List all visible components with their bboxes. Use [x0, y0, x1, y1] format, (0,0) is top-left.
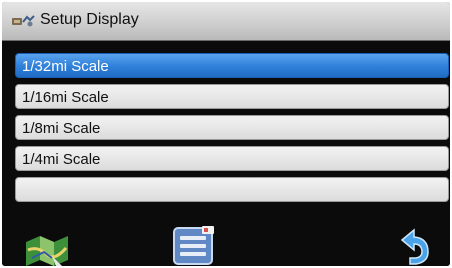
setup-display-icon — [11, 14, 35, 28]
list-item-label: 1/8mi Scale — [22, 120, 101, 137]
bottom-toolbar — [2, 214, 450, 266]
list-item-1-4mi-scale[interactable]: 1/4mi Scale — [15, 146, 449, 171]
list-item-1-32mi-scale[interactable]: 1/32mi Scale — [15, 53, 449, 78]
title-bar: Setup Display — [2, 2, 450, 41]
list-item-label: 1/32mi Scale — [22, 58, 109, 75]
list-item-empty[interactable] — [15, 177, 449, 202]
menu-button[interactable] — [170, 224, 218, 266]
back-arrow-icon — [388, 228, 436, 266]
menu-list-icon — [170, 226, 218, 266]
list-item-label: 1/16mi Scale — [22, 89, 109, 106]
list-item-1-16mi-scale[interactable]: 1/16mi Scale — [15, 84, 449, 109]
list-item-label: 1/4mi Scale — [22, 151, 101, 168]
list-item-1-8mi-scale[interactable]: 1/8mi Scale — [15, 115, 449, 140]
map-icon — [22, 236, 74, 266]
page-title: Setup Display — [40, 11, 139, 28]
scale-list: 1/32mi Scale 1/16mi Scale 1/8mi Scale 1/… — [15, 53, 449, 208]
screen-frame: Setup Display 1/32mi Scale 1/16mi Scale … — [2, 2, 450, 266]
map-button[interactable] — [22, 228, 74, 266]
back-button[interactable] — [388, 228, 436, 266]
